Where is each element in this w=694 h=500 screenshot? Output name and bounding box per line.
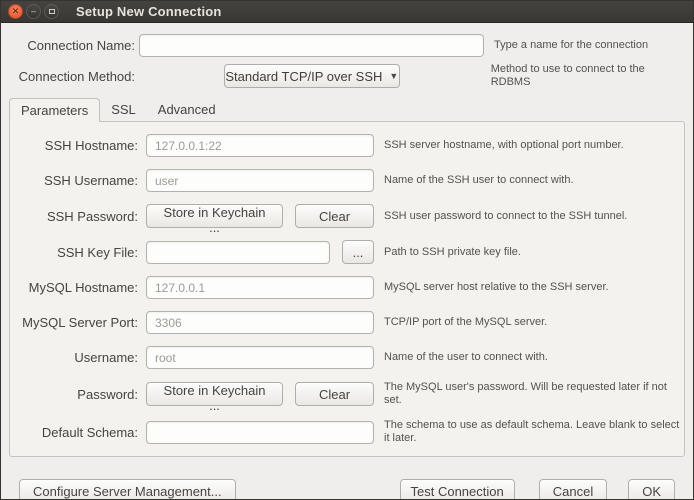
default-schema-hint: The schema to use as default schema. Lea… — [384, 419, 680, 445]
mysql-hostname-hint: MySQL server host relative to the SSH se… — [384, 281, 609, 294]
ssh-username-label: SSH Username: — [11, 173, 138, 188]
username-label: Username: — [11, 350, 138, 365]
chevron-down-icon: ▼ — [389, 71, 398, 81]
connection-name-label: Connection Name: — [9, 38, 135, 53]
dialog-footer: Configure Server Management... Test Conn… — [9, 479, 685, 500]
connection-name-hint: Type a name for the connection — [494, 39, 648, 52]
tab-ssl[interactable]: SSL — [100, 98, 147, 121]
mysql-server-port-row: MySQL Server Port: TCP/IP port of the My… — [10, 311, 684, 334]
connection-method-dropdown[interactable]: Standard TCP/IP over SSH ▼ — [224, 64, 400, 88]
minimize-window-icon[interactable]: – — [26, 4, 41, 19]
mysql-server-port-label: MySQL Server Port: — [11, 315, 138, 330]
ssh-username-input[interactable] — [146, 169, 374, 192]
ssh-hostname-input[interactable] — [146, 134, 374, 157]
ssh-username-hint: Name of the SSH user to connect with. — [384, 174, 574, 187]
ssh-password-label: SSH Password: — [11, 209, 138, 224]
connection-method-label: Connection Method: — [9, 69, 135, 84]
password-label: Password: — [11, 387, 138, 402]
mysql-server-port-input[interactable] — [146, 311, 374, 334]
mysql-hostname-label: MySQL Hostname: — [11, 280, 138, 295]
mysql-hostname-row: MySQL Hostname: MySQL server host relati… — [10, 276, 684, 299]
ssh-hostname-row: SSH Hostname: SSH server hostname, with … — [10, 134, 684, 157]
connection-method-value: Standard TCP/IP over SSH — [225, 69, 382, 84]
ssh-password-hint: SSH user password to connect to the SSH … — [384, 210, 627, 223]
ssh-hostname-label: SSH Hostname: — [11, 138, 138, 153]
close-window-icon[interactable]: ✕ — [8, 4, 23, 19]
cancel-button[interactable]: Cancel — [539, 479, 607, 500]
username-hint: Name of the user to connect with. — [384, 351, 548, 364]
username-row: Username: Name of the user to connect wi… — [10, 346, 684, 369]
setup-new-connection-dialog: ✕ – Setup New Connection Connection Name… — [0, 0, 694, 500]
mysql-hostname-input[interactable] — [146, 276, 374, 299]
ssh-username-row: SSH Username: Name of the SSH user to co… — [10, 169, 684, 192]
connection-method-row: Connection Method: Standard TCP/IP over … — [9, 63, 685, 89]
password-clear-button[interactable]: Clear — [295, 382, 374, 406]
tab-advanced[interactable]: Advanced — [147, 98, 227, 121]
default-schema-row: Default Schema: The schema to use as def… — [10, 419, 684, 445]
window-title: Setup New Connection — [76, 4, 222, 19]
ssh-key-file-label: SSH Key File: — [11, 245, 138, 260]
password-store-keychain-button[interactable]: Store in Keychain ... — [146, 382, 283, 406]
mysql-server-port-hint: TCP/IP port of the MySQL server. — [384, 316, 547, 329]
ssh-key-file-input[interactable] — [146, 241, 330, 264]
password-row: Password: Store in Keychain ... Clear Th… — [10, 381, 684, 407]
ssh-hostname-hint: SSH server hostname, with optional port … — [384, 139, 624, 152]
tab-bar: Parameters SSL Advanced — [9, 98, 685, 121]
default-schema-input[interactable] — [146, 421, 374, 444]
ssh-key-file-browse-button[interactable]: ... — [342, 240, 374, 264]
ssh-password-clear-button[interactable]: Clear — [295, 204, 374, 228]
connection-method-hint: Method to use to connect to the RDBMS — [491, 63, 685, 89]
connection-name-input[interactable] — [139, 34, 484, 57]
titlebar: ✕ – Setup New Connection — [1, 1, 693, 23]
configure-server-management-button[interactable]: Configure Server Management... — [19, 479, 236, 500]
password-hint: The MySQL user's password. Will be reque… — [384, 381, 680, 407]
parameters-panel: SSH Hostname: SSH server hostname, with … — [9, 121, 685, 457]
ssh-password-row: SSH Password: Store in Keychain ... Clea… — [10, 204, 684, 228]
tab-parameters[interactable]: Parameters — [9, 98, 100, 122]
ok-button[interactable]: OK — [628, 479, 675, 500]
username-input[interactable] — [146, 346, 374, 369]
connection-name-row: Connection Name: Type a name for the con… — [9, 34, 685, 57]
ssh-password-store-keychain-button[interactable]: Store in Keychain ... — [146, 204, 283, 228]
default-schema-label: Default Schema: — [11, 425, 138, 440]
ssh-key-file-row: SSH Key File: ... Path to SSH private ke… — [10, 240, 684, 264]
ssh-key-file-hint: Path to SSH private key file. — [384, 246, 521, 259]
test-connection-button[interactable]: Test Connection — [400, 479, 515, 500]
maximize-window-icon[interactable] — [44, 4, 59, 19]
